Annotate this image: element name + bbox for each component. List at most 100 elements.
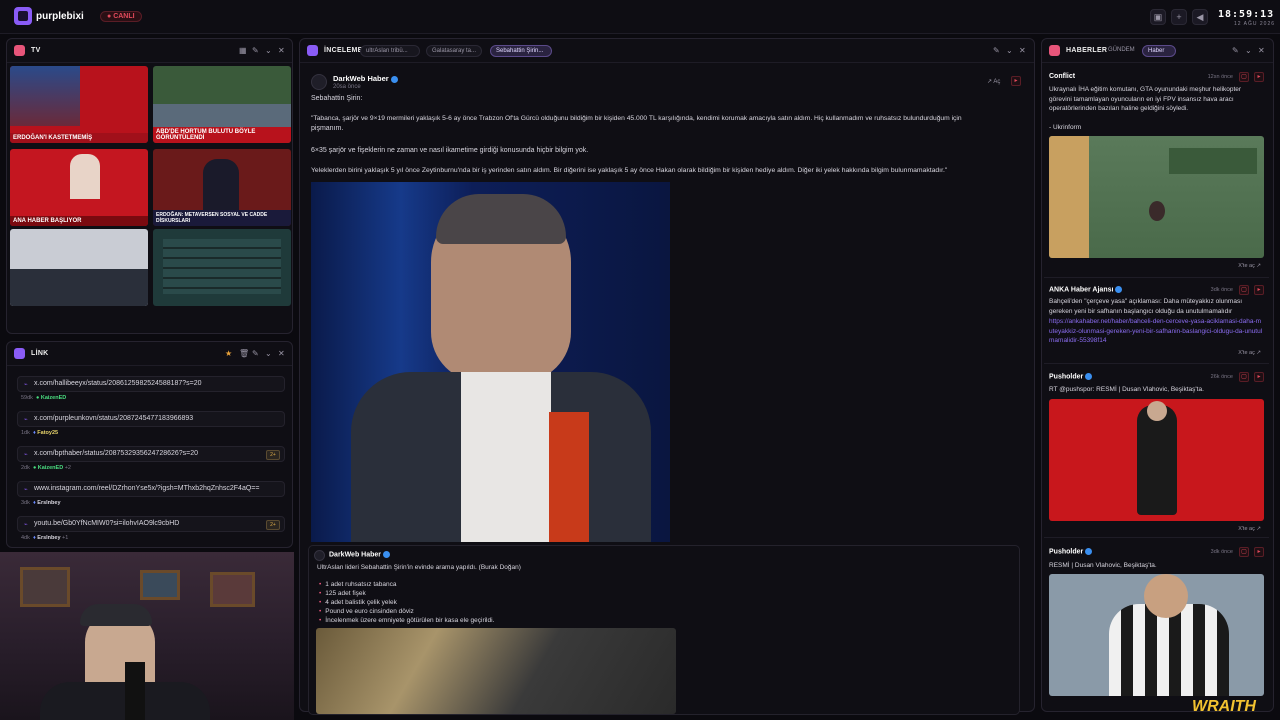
- open-on-x-link[interactable]: X'te aç ↗: [1238, 263, 1261, 269]
- tv-tile[interactable]: [153, 229, 291, 306]
- news-source[interactable]: Pusholder: [1049, 548, 1093, 555]
- tab-sebahattin[interactable]: Sebahattin Şirin...: [490, 45, 552, 57]
- open-link[interactable]: ↗ Aç: [987, 78, 1000, 85]
- link-url[interactable]: x.com/bpthaber/status/208753293562472862…: [34, 450, 198, 457]
- post-card: DarkWeb Haber 20sa önce ↗ Aç ▸ Sebahatti…: [305, 64, 1023, 542]
- news-time: 3dk önce: [1210, 287, 1233, 293]
- tv-tile[interactable]: ERDOĞAN: METAVERSEN SOSYAL VE CADDE DİSK…: [153, 149, 291, 226]
- chevron-down-icon[interactable]: ⌄: [1245, 46, 1252, 55]
- news-icon: [1049, 45, 1060, 56]
- link-user[interactable]: Erslnbey: [37, 535, 60, 541]
- link-box[interactable]: ⌁ youtu.be/Gb0YfNcMIW0?si=ilohvIAO9lc9cb…: [17, 516, 285, 532]
- player-jersey: [1109, 604, 1229, 696]
- open-on-x-link[interactable]: X'te aç ↗: [1238, 350, 1261, 356]
- chevron-down-icon[interactable]: ⌄: [265, 349, 272, 358]
- panel-title: HABERLER: [1066, 47, 1108, 54]
- link-box[interactable]: ⌁ x.com/purpleunkovn/status/208724547718…: [17, 411, 285, 427]
- news-image[interactable]: [1049, 136, 1264, 258]
- link-box[interactable]: ⌁ x.com/hallibeeyx/status/20861259825245…: [17, 376, 285, 392]
- post-author[interactable]: DarkWeb Haber: [329, 551, 391, 558]
- edit-icon[interactable]: ✎: [993, 46, 1000, 55]
- close-icon[interactable]: ✕: [278, 46, 285, 55]
- link-user[interactable]: Fatoy25: [37, 430, 58, 436]
- close-icon[interactable]: ✕: [1258, 46, 1265, 55]
- flag-icon[interactable]: ▸: [1254, 547, 1264, 557]
- tv-tile-image: [153, 104, 291, 129]
- post-author[interactable]: DarkWeb Haber: [333, 74, 398, 83]
- flag-icon[interactable]: ▸: [1254, 285, 1264, 295]
- link-url[interactable]: x.com/hallibeeyx/status/2086125982524588…: [34, 380, 202, 387]
- edit-icon[interactable]: ✎: [252, 46, 259, 55]
- image-icon[interactable]: ▣: [1150, 9, 1166, 25]
- link-item[interactable]: ⌁ www.instagram.com/reel/DZrhonYse5x/?ig…: [17, 481, 285, 511]
- news-card: Pusholder 3dk önce ▢ ▸ RESMİ | Dusan Vla…: [1044, 545, 1269, 705]
- player-figure: [1137, 405, 1177, 515]
- avatar[interactable]: [314, 550, 325, 561]
- brand-logo-icon[interactable]: [14, 7, 32, 25]
- copy-icon[interactable]: ▢: [1239, 72, 1249, 82]
- link-icon: ⌁: [24, 487, 28, 493]
- link-icon: [14, 348, 25, 359]
- link-item[interactable]: ⌁ youtu.be/Gb0YfNcMIW0?si=ilohvIAO9lc9cb…: [17, 516, 285, 546]
- link-icon: ⌁: [24, 417, 28, 423]
- chevron-down-icon[interactable]: ⌄: [265, 46, 272, 55]
- tab-haber[interactable]: Haber: [1142, 45, 1176, 57]
- avatar[interactable]: [311, 74, 327, 90]
- link-icon: ⌁: [24, 382, 28, 388]
- volume-icon[interactable]: ◀: [1192, 9, 1208, 25]
- news-image[interactable]: [1049, 399, 1264, 521]
- link-url[interactable]: www.instagram.com/reel/DZrhonYse5x/?igsh…: [34, 485, 259, 492]
- post-image[interactable]: [311, 182, 670, 542]
- tv-tile[interactable]: [10, 229, 148, 306]
- close-icon[interactable]: ✕: [278, 349, 285, 358]
- news-image[interactable]: [1049, 574, 1264, 696]
- link-user[interactable]: KaizenED: [41, 395, 66, 401]
- flag-icon[interactable]: ▸: [1254, 372, 1264, 382]
- open-on-x-link[interactable]: X'te aç ↗: [1238, 526, 1261, 532]
- link-url[interactable]: youtu.be/Gb0YfNcMIW0?si=ilohvIAO9lc9cbHD: [34, 520, 179, 527]
- tab-galatasaray[interactable]: Galatasaray ta...: [426, 45, 482, 57]
- news-source[interactable]: ANKA Haber Ajansı: [1049, 286, 1123, 293]
- link-box[interactable]: ⌁ www.instagram.com/reel/DZrhonYse5x/?ig…: [17, 481, 285, 497]
- news-link[interactable]: https://ankahaber.net/haber/bahceli-den-…: [1049, 317, 1264, 346]
- flag-icon[interactable]: ▸: [1254, 72, 1264, 82]
- chevron-down-icon[interactable]: ⌄: [1006, 46, 1013, 55]
- link-url[interactable]: x.com/purpleunkovn/status/20872454771839…: [34, 415, 193, 422]
- edit-icon[interactable]: ✎: [252, 349, 259, 358]
- link-item[interactable]: ⌁ x.com/bpthaber/status/2087532935624728…: [17, 446, 285, 476]
- copy-icon[interactable]: ▢: [1239, 547, 1249, 557]
- link-user[interactable]: Erslnbey: [37, 500, 60, 506]
- tv-tile-image: [203, 159, 239, 211]
- tv-tile[interactable]: ERDOĞAN'I KASTETMEMİŞ: [10, 66, 148, 143]
- news-source[interactable]: Pusholder: [1049, 373, 1093, 380]
- player-head: [1147, 401, 1167, 421]
- tv-tile[interactable]: ABD'DE HORTUM BULUTU BÖYLE GÖRÜNTÜLENDİ: [153, 66, 291, 143]
- tv-tile-image: [10, 66, 80, 126]
- plus-icon[interactable]: +: [1171, 9, 1187, 25]
- close-icon[interactable]: ✕: [1019, 46, 1026, 55]
- link-meta: 59dk ● KaizenED: [21, 395, 67, 401]
- link-user[interactable]: KaizenED: [38, 465, 63, 471]
- panel-title: TV: [31, 47, 41, 54]
- tab-gundem[interactable]: GÜNDEM: [1108, 47, 1135, 53]
- verified-icon: [1085, 548, 1093, 555]
- edit-icon[interactable]: ✎: [1232, 46, 1239, 55]
- link-item[interactable]: ⌁ x.com/purpleunkovn/status/208724547718…: [17, 411, 285, 441]
- bullet-item: Pound ve euro cinsinden döviz: [319, 608, 414, 615]
- link-item[interactable]: ⌁ x.com/hallibeeyx/status/20861259825245…: [17, 376, 285, 406]
- flag-icon[interactable]: ▸: [1011, 76, 1021, 86]
- tab-ultraslan[interactable]: ultrAslan tribü...: [360, 45, 420, 57]
- post-image[interactable]: [316, 628, 676, 714]
- news-source[interactable]: Conflict: [1049, 73, 1075, 80]
- copy-icon[interactable]: ▢: [1239, 285, 1249, 295]
- tv-tile[interactable]: ANA HABER BAŞLIYOR: [10, 149, 148, 226]
- post-text-line: pişmanım.: [311, 125, 344, 132]
- copy-icon[interactable]: ▢: [1239, 372, 1249, 382]
- post-text-line: "Tabanca, şarjör ve 9×19 mermileri yakla…: [311, 115, 962, 122]
- link-box[interactable]: ⌁ x.com/bpthaber/status/2087532935624728…: [17, 446, 285, 462]
- star-icon[interactable]: ★: [225, 349, 232, 358]
- grid-icon[interactable]: ▦: [239, 46, 247, 55]
- trash-icon[interactable]: 🗑: [239, 349, 249, 358]
- post-time: 20sa önce: [333, 84, 361, 90]
- person-scarf: [549, 412, 589, 542]
